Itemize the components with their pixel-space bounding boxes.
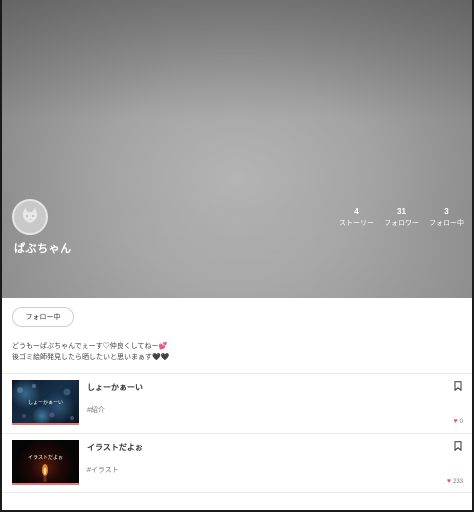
- bookmark-icon[interactable]: [454, 381, 462, 391]
- candle-image: [42, 464, 48, 482]
- like-count-value: 0: [459, 418, 463, 425]
- story-thumbnail[interactable]: イラストだよぉ: [12, 440, 79, 485]
- thumbnail-accent-bar: [12, 483, 79, 485]
- stat-stories-count: 4: [354, 207, 359, 216]
- story-item[interactable]: イラストだよぉ イラストだよぉ #イラスト ♥ 233: [2, 434, 472, 492]
- story-tag[interactable]: #紹介: [87, 405, 105, 415]
- story-title[interactable]: しょーかぁーい: [87, 382, 143, 393]
- like-count[interactable]: ♥ 0: [454, 418, 464, 425]
- profile-screen: ぱぶちゃん 4 ストーリー 31 フォロワー 3 フォロー中 フォロー中 どうも…: [2, 0, 472, 510]
- stat-following-label: フォロー中: [429, 220, 464, 227]
- profile-header-background: ぱぶちゃん 4 ストーリー 31 フォロワー 3 フォロー中: [2, 0, 472, 298]
- profile-stats: 4 ストーリー 31 フォロワー 3 フォロー中: [339, 207, 464, 228]
- bio-line: 後ゴミ絵師発見したら晒したいと思いまぁす🖤🖤: [12, 354, 170, 361]
- story-title[interactable]: イラストだよぉ: [87, 442, 143, 453]
- story-item[interactable]: しょーかぁーい しょーかぁーい #紹介 ♥ 0: [2, 374, 472, 432]
- bookmark-icon[interactable]: [454, 441, 462, 451]
- heart-icon: ♥: [453, 418, 458, 425]
- avatar[interactable]: [12, 199, 48, 235]
- following-button[interactable]: フォロー中: [12, 307, 74, 327]
- stat-followers[interactable]: 31 フォロワー: [384, 207, 419, 228]
- story-tag[interactable]: #イラスト: [87, 465, 119, 475]
- stat-followers-count: 31: [397, 207, 406, 216]
- divider: [2, 492, 472, 493]
- bio-line: どうもーぱぶちゃんでぇーす♡仲良くしてねー💕: [12, 343, 168, 350]
- thumbnail-accent-bar: [12, 423, 79, 425]
- stat-followers-label: フォロワー: [384, 220, 419, 227]
- thumbnail-caption: しょーかぁーい: [27, 400, 63, 406]
- heart-icon: ♥: [446, 478, 451, 485]
- thumbnail-caption: イラストだよぉ: [28, 455, 63, 461]
- stat-following[interactable]: 3 フォロー中: [429, 207, 464, 228]
- cat-avatar-icon: [22, 207, 38, 224]
- like-count[interactable]: ♥ 233: [447, 478, 463, 485]
- username: ぱぶちゃん: [14, 243, 72, 255]
- stat-following-count: 3: [444, 207, 449, 216]
- like-count-value: 233: [452, 478, 463, 485]
- profile-bio: どうもーぱぶちゃんでぇーす♡仲良くしてねー💕 後ゴミ絵師発見したら晒したいと思い…: [12, 341, 312, 363]
- story-thumbnail[interactable]: しょーかぁーい: [12, 380, 79, 425]
- stat-stories-label: ストーリー: [339, 220, 374, 227]
- stat-stories[interactable]: 4 ストーリー: [339, 207, 374, 228]
